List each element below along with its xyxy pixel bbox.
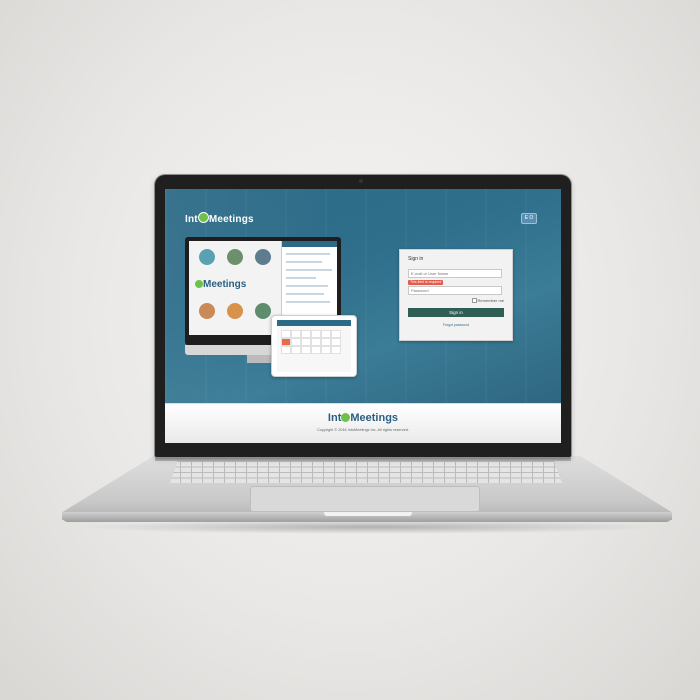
logo-prefix: Int <box>185 214 198 225</box>
laptop-screen: Int Meetings E O Meetings Sign in E-mail… <box>165 189 561 443</box>
calendar-cell <box>301 346 311 354</box>
remember-me-checkbox[interactable]: Remember me <box>471 298 504 303</box>
calendar-cell <box>281 330 291 338</box>
logo-o-icon <box>197 212 209 223</box>
footer-logo-suffix: Meetings <box>350 412 399 424</box>
laptop-lid: Int Meetings E O Meetings Sign in E-mail… <box>155 175 571 457</box>
signin-title: Sign in <box>408 256 424 262</box>
panel-line <box>286 261 322 263</box>
calendar-cell <box>301 338 311 346</box>
pin-icon <box>255 303 271 319</box>
footer-logo: Int Meetings <box>165 412 561 424</box>
panel-line <box>286 253 330 255</box>
laptop-keyboard <box>170 461 562 483</box>
laptop-shadow <box>80 520 660 534</box>
panel-line <box>286 293 324 295</box>
laptop-open-notch <box>324 512 412 516</box>
calendar-cell <box>301 330 311 338</box>
calendar-cell <box>331 346 341 354</box>
panel-header-bar <box>282 241 337 247</box>
calendar-cell <box>321 330 331 338</box>
language-button[interactable]: E O <box>521 213 537 224</box>
password-input[interactable] <box>408 286 502 295</box>
footer-logo-prefix: Int <box>327 412 342 424</box>
calendar-cell <box>311 330 321 338</box>
camera-icon <box>359 179 363 183</box>
calendar-cell <box>291 346 301 354</box>
calendar-cell <box>291 338 301 346</box>
tablet-header-bar <box>277 320 351 326</box>
calendar-cell <box>311 338 321 346</box>
calendar-cell <box>321 346 331 354</box>
signin-panel: Sign in This field is required Remember … <box>399 249 513 341</box>
calendar-cell <box>281 346 291 354</box>
calendar-cell <box>291 330 301 338</box>
calendar-cell <box>311 346 321 354</box>
document-icon <box>227 303 243 319</box>
panel-line <box>286 277 316 279</box>
checklist-icon <box>227 249 243 265</box>
tablet-screen <box>277 320 351 372</box>
laptop-trackpad <box>250 486 480 512</box>
remember-me-label: Remember me <box>477 298 504 303</box>
tablet-illustration <box>271 315 357 377</box>
logo-o-icon <box>195 280 203 288</box>
calendar-cell <box>331 338 341 346</box>
calendar-cell <box>331 330 341 338</box>
logo-suffix: Meetings <box>208 214 254 225</box>
calendar-cell-highlight <box>281 338 291 346</box>
cloud-icon <box>199 249 215 265</box>
gear-icon <box>255 249 271 265</box>
username-error-badge: This field is required <box>408 280 444 285</box>
forgot-password-link[interactable]: Forgot password <box>400 323 512 327</box>
help-icon <box>199 303 215 319</box>
calendar-cell <box>321 338 331 346</box>
illustration-logo-text: Meetings <box>203 279 247 290</box>
panel-line <box>286 285 328 287</box>
illustration-logo: Meetings <box>195 279 246 290</box>
panel-line <box>286 269 332 271</box>
copyright-text: Copyright © 2016 IntoMeetings Inc. All r… <box>317 428 409 432</box>
panel-line <box>286 301 330 303</box>
username-input[interactable] <box>408 269 502 278</box>
brand-logo[interactable]: Int Meetings <box>185 212 254 225</box>
checkbox-icon[interactable] <box>471 298 477 303</box>
signin-button[interactable]: Sign in <box>408 308 504 317</box>
page-footer: Int Meetings Copyright © 2016 IntoMeeting… <box>165 403 561 443</box>
